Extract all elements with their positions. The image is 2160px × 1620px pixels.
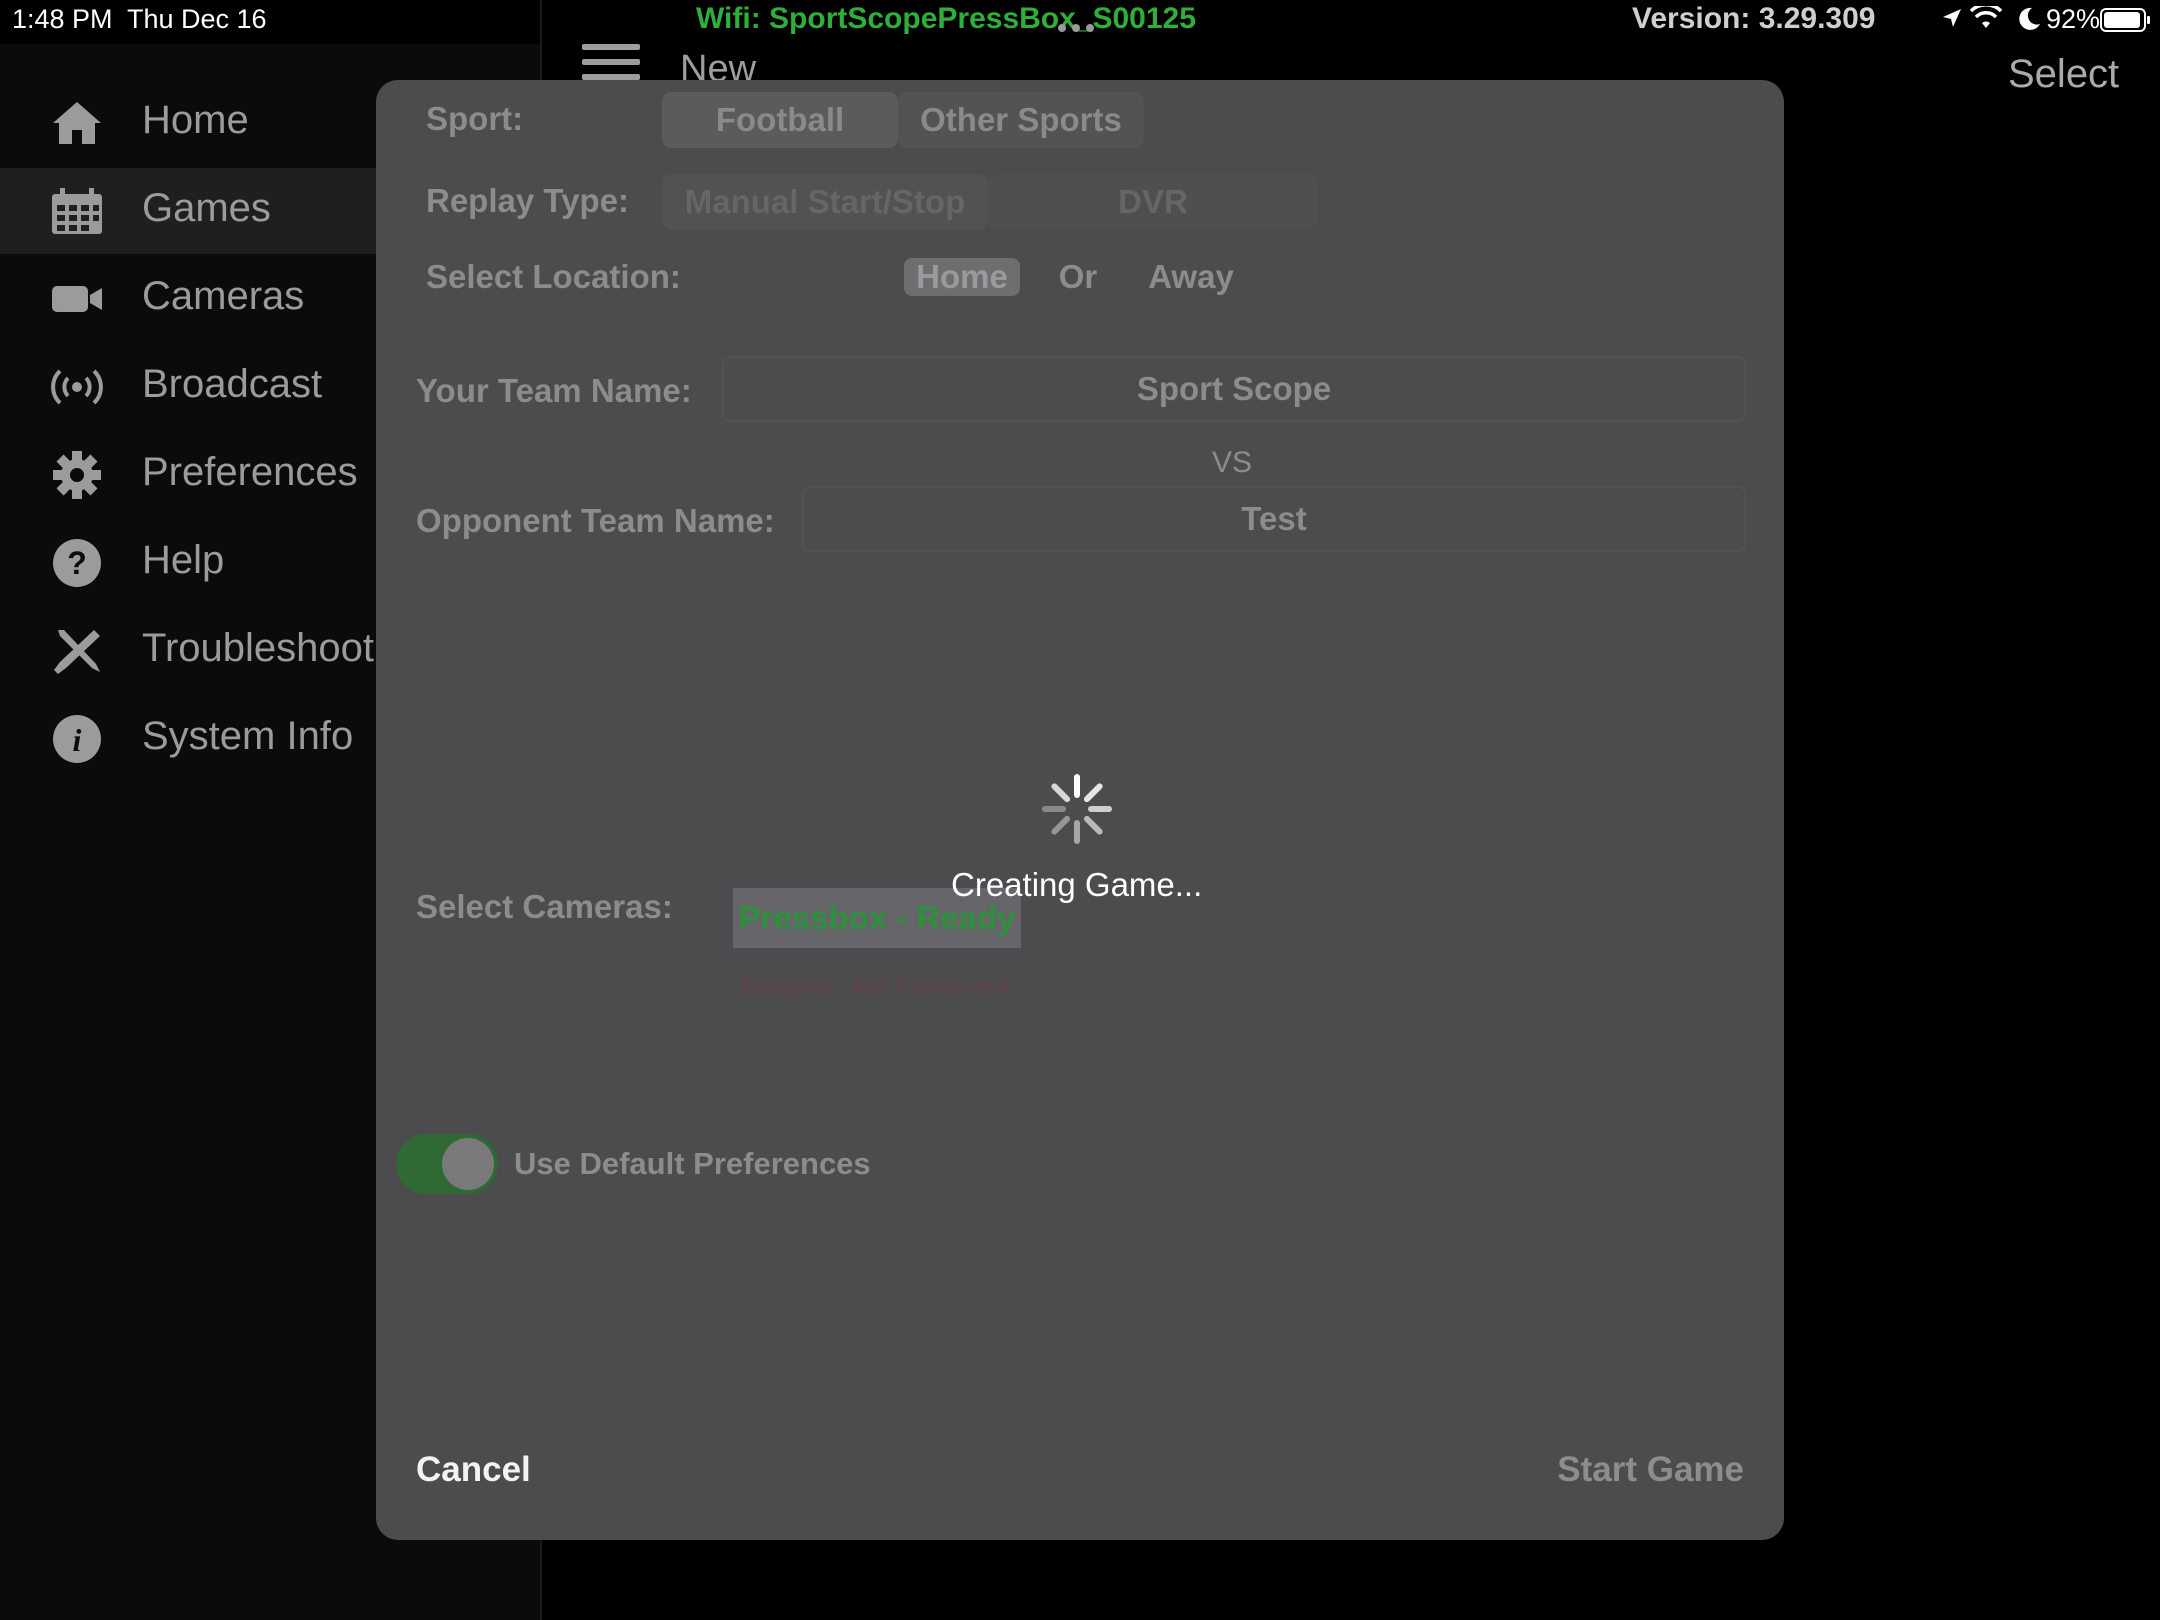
replay-option-manual[interactable]: Manual Start/Stop [662,174,988,230]
replay-option-dvr[interactable]: DVR [988,174,1318,230]
vs-label: VS [1212,446,1253,479]
opponent-team-label: Opponent Team Name: [416,502,775,539]
location-or-label: Or [1058,258,1098,295]
app-version: Version: 3.29.309 [1632,2,1876,35]
location-home-button[interactable]: Home [904,258,1020,296]
info-icon: i [53,715,101,763]
start-game-button[interactable]: Start Game [1557,1450,1744,1490]
status-date: Thu Dec 16 [127,4,267,34]
gear-icon [53,451,101,499]
default-preferences-label: Use Default Preferences [514,1146,871,1181]
select-button[interactable]: Select [2008,52,2119,97]
home-icon [53,102,101,144]
status-bar: 1:48 PM Thu Dec 16 Wifi: SportScopePress… [0,0,2160,44]
location-arrow-icon [1943,9,1961,27]
tools-icon [54,630,100,674]
help-icon: ? [53,539,101,587]
moon-icon [2019,7,2040,30]
wifi-network-name: Wifi: SportScopePressBox_S00125 [696,2,1196,35]
opponent-team-input[interactable]: Test [802,486,1746,552]
sidebar-item-label: Broadcast [142,362,323,406]
status-time: 1:48 PM [12,4,113,34]
your-team-label: Your Team Name: [416,372,692,409]
broadcast-icon [51,369,103,405]
multitasking-dots[interactable] [1058,8,1102,32]
select-cameras-label: Select Cameras: [416,888,673,925]
sidebar-item-label: Cameras [142,274,305,318]
sidebar-item-label: Help [142,538,225,582]
sidebar-item-label: Home [142,98,249,142]
sidebar-item-label: System Info [142,714,354,758]
loading-spinner-icon [1042,774,1112,844]
battery-icon [2100,8,2150,32]
sidebar-item-label: Troubleshoot [142,626,374,670]
toggle-knob [442,1138,494,1190]
sport-label: Sport: [426,100,524,137]
cancel-button[interactable]: Cancel [416,1450,531,1490]
wifi-icon [1970,6,2002,28]
svg-text:?: ? [67,545,87,581]
replay-type-label: Replay Type: [426,182,629,219]
camera-endzone[interactable]: Endzone - Not Connected [741,974,1009,1000]
your-team-input[interactable]: Sport Scope [722,356,1746,422]
select-location-label: Select Location: [426,258,681,295]
calendar-icon [52,188,102,234]
sport-option-other[interactable]: Other Sports [898,92,1144,148]
menu-icon[interactable] [582,44,640,80]
battery-percent: 92% [2046,4,2101,34]
sport-option-football[interactable]: Football [662,92,898,148]
sidebar-item-label: Games [142,186,271,230]
default-preferences-toggle[interactable] [396,1134,498,1194]
location-away-button[interactable]: Away [1136,258,1246,296]
svg-text:i: i [73,722,82,758]
video-camera-icon [52,286,102,312]
sidebar-item-label: Preferences [142,450,358,494]
loading-message: Creating Game... [951,866,1203,903]
